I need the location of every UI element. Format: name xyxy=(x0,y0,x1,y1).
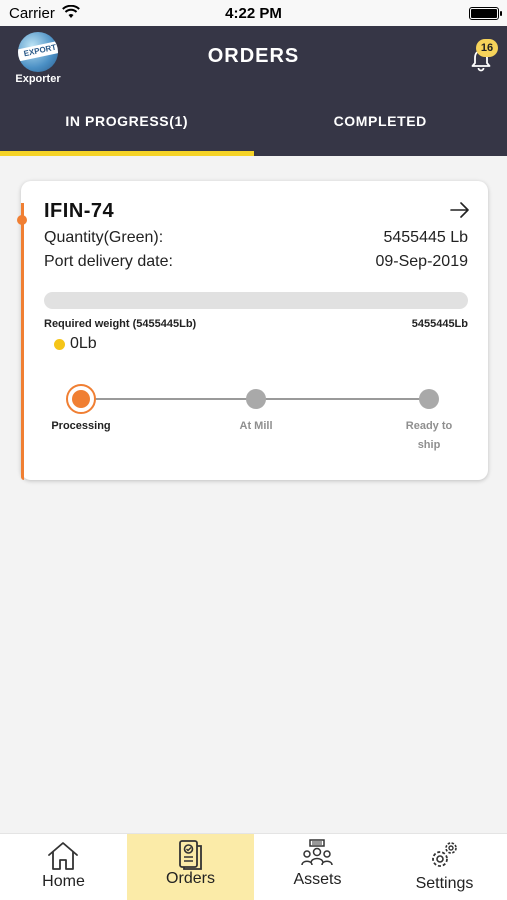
clock: 4:22 PM xyxy=(225,5,282,22)
nav-orders[interactable]: Orders xyxy=(127,834,254,900)
order-tabs: IN PROGRESS(1) COMPLETED xyxy=(0,106,507,156)
current-weight-dot xyxy=(54,339,65,350)
nav-settings-label: Settings xyxy=(415,875,474,892)
app-header: EXPORT Exporter ORDERS 16 IN PROGRESS(1)… xyxy=(0,26,507,156)
delivery-date-value: 09-Sep-2019 xyxy=(375,253,468,270)
quantity-label: Quantity(Green): xyxy=(44,229,164,246)
current-weight-value: 0Lb xyxy=(70,335,97,352)
step-ready-to-ship-marker xyxy=(419,389,439,409)
nav-assets[interactable]: Assets xyxy=(254,834,381,900)
order-id: IFIN-74 xyxy=(44,200,115,222)
settings-icon xyxy=(432,842,457,867)
page-title: ORDERS xyxy=(207,45,300,67)
card-accent-bar xyxy=(21,203,24,480)
orders-icon xyxy=(179,840,202,870)
notification-badge: 16 xyxy=(476,39,498,57)
tab-in-progress[interactable]: IN PROGRESS(1) xyxy=(0,106,254,156)
step-processing-label: Processing xyxy=(51,420,111,432)
order-card[interactable]: IFIN-74 Quantity(Green): 5455445 Lb Port… xyxy=(17,181,488,480)
step-ready-to-ship-label: Ready to ship xyxy=(405,420,453,451)
weight-progress-bar xyxy=(44,292,468,309)
nav-home[interactable]: Home xyxy=(0,834,127,900)
role-caption: Exporter xyxy=(15,73,61,85)
step-at-mill-marker xyxy=(246,389,266,409)
step-at-mill-label: At Mill xyxy=(239,420,273,432)
nav-settings[interactable]: Settings xyxy=(381,834,507,900)
card-accent-dot xyxy=(17,215,27,225)
status-bar: Carrier 4:22 PM xyxy=(0,0,507,26)
arrow-right-icon[interactable] xyxy=(450,202,470,218)
nav-orders-label: Orders xyxy=(166,870,215,887)
home-icon xyxy=(48,842,78,870)
required-weight-value: 5455445Lb xyxy=(411,318,468,330)
quantity-value: 5455445 Lb xyxy=(383,229,468,246)
tab-completed[interactable]: COMPLETED xyxy=(254,106,507,156)
required-weight-label: Required weight (5455445Lb) xyxy=(44,318,197,330)
nav-home-label: Home xyxy=(42,873,85,890)
delivery-date-label: Port delivery date: xyxy=(44,253,173,270)
step-processing-marker xyxy=(66,384,96,414)
assets-icon xyxy=(301,839,333,866)
battery-icon xyxy=(469,7,502,20)
nav-assets-label: Assets xyxy=(293,871,342,888)
bottom-nav: Home Orders Assets Settings xyxy=(0,833,507,900)
